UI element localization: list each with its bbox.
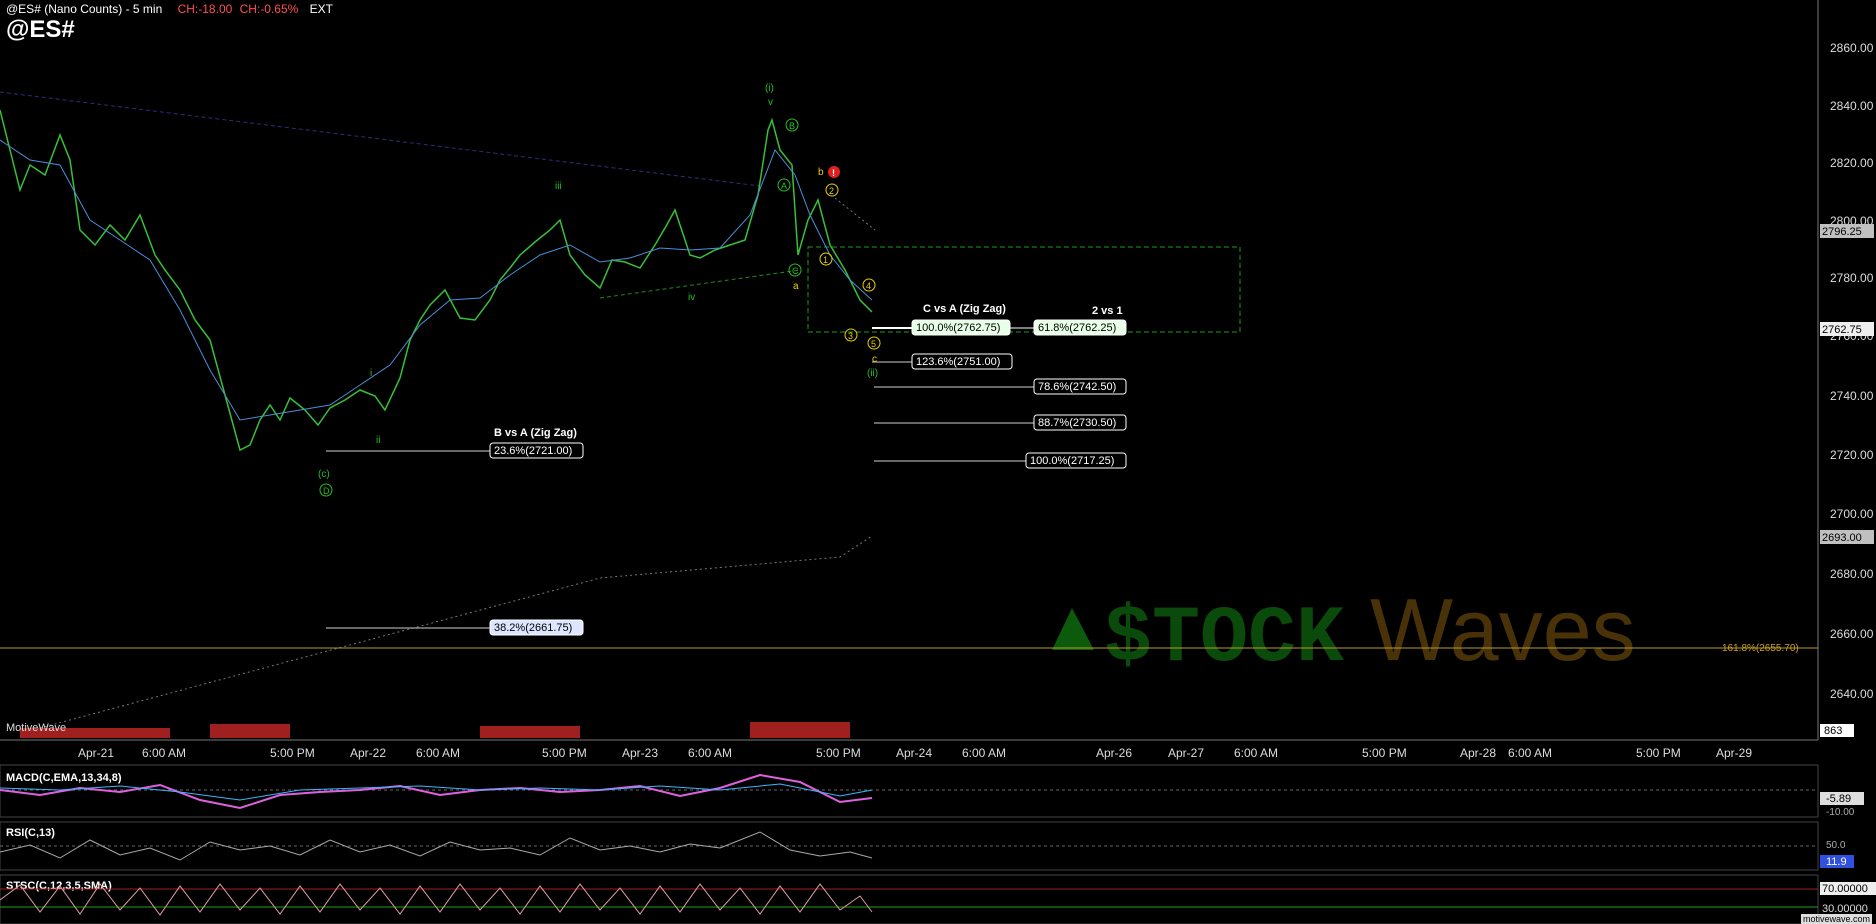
time-tick: 6:00 AM <box>142 746 186 760</box>
price-series <box>0 109 873 452</box>
watermark-stock: $TOCK <box>1104 594 1345 685</box>
fib-b-vs-a-382: 38.2%(2661.75) <box>494 622 572 634</box>
wave-c-paren: (c) <box>318 469 330 480</box>
macd-value: -5.89 <box>1826 793 1851 805</box>
time-tick: Apr-24 <box>896 746 932 760</box>
fib-2-vs-1-786: 78.6%(2742.50) <box>1038 381 1116 393</box>
rsi-ref: 50.0 <box>1826 840 1846 851</box>
time-tick: 5:00 PM <box>1362 746 1407 760</box>
fib-c-vs-a-1236: 123.6%(2751.00) <box>916 356 1000 368</box>
time-tick: 6:00 AM <box>416 746 460 760</box>
wave-b-small: b <box>818 167 824 178</box>
time-tick: Apr-22 <box>350 746 386 760</box>
wave-c-small: c <box>872 354 877 365</box>
wave-b-circle-label: B <box>789 121 795 131</box>
time-tick: 5:00 PM <box>1636 746 1681 760</box>
wave-iv: iv <box>688 292 695 303</box>
time-tick: Apr-29 <box>1716 746 1752 760</box>
wave-i-top: (i) <box>765 83 774 94</box>
time-tick: Apr-28 <box>1460 746 1496 760</box>
price-tick: 2700.00 <box>1830 507 1874 521</box>
alert-icon-glyph: ! <box>832 168 835 178</box>
macd-panel[interactable]: MACD(C,EMA,13,34,8) -5.89 -10.00 <box>0 764 1864 818</box>
price-marker-last-text: 2762.75 <box>1822 324 1862 336</box>
fib-c-vs-a-100: 100.0%(2762.75) <box>916 322 1000 334</box>
wave-i-low: i <box>370 368 372 379</box>
credit-label: motivewave.com <box>1800 914 1872 924</box>
time-tick: Apr-26 <box>1096 746 1132 760</box>
price-tick: 2820.00 <box>1830 156 1874 170</box>
wave-iii: iii <box>555 181 562 192</box>
wave-one: 1 <box>823 255 828 265</box>
price-tick: 2680.00 <box>1830 567 1874 581</box>
macd-label: MACD(C,EMA,13,34,8) <box>6 772 122 784</box>
price-axis: 2860.00 2840.00 2820.00 2800.00 2780.00 … <box>1830 41 1874 701</box>
watermark-triangle-icon <box>1052 608 1094 650</box>
price-tick: 2660.00 <box>1830 627 1874 641</box>
volume-bars <box>20 722 850 738</box>
macd-ref: -10.00 <box>1826 807 1855 818</box>
rsi-value: 11.9 <box>1826 856 1847 868</box>
wave-d-circle-label: D <box>323 486 330 496</box>
wave-ii-low: ii <box>376 435 380 446</box>
wave-v-top: v <box>768 97 773 108</box>
fib-2-vs-1-618: 61.8%(2762.25) <box>1038 322 1116 334</box>
price-tick: 2780.00 <box>1830 271 1874 285</box>
time-tick: Apr-21 <box>78 746 114 760</box>
wave-five: 5 <box>871 339 876 349</box>
price-tick: 2640.00 <box>1830 687 1874 701</box>
stoch-panel[interactable]: STSC(C,12,3,5,SMA) 70.00000 30.00000 <box>0 874 1876 924</box>
trendline-upper <box>0 91 761 187</box>
rsi-panel[interactable]: RSI(C,13) 50.0 11.9 <box>0 821 1854 871</box>
price-marker-lower-text: 2693.00 <box>1822 532 1862 544</box>
time-axis: Apr-21 6:00 AM 5:00 PM Apr-22 6:00 AM 5:… <box>78 746 1752 760</box>
fib-b-vs-a-236: 23.6%(2721.00) <box>494 445 572 457</box>
time-tick: 6:00 AM <box>1234 746 1278 760</box>
fib-2-vs-1-887: 88.7%(2730.50) <box>1038 417 1116 429</box>
wave-three: 3 <box>848 331 853 341</box>
time-tick: 5:00 PM <box>816 746 861 760</box>
fib-c-vs-a-title: C vs A (Zig Zag) <box>923 303 1006 315</box>
rsi-label: RSI(C,13) <box>6 827 55 839</box>
fib-2-vs-1-100: 100.0%(2717.25) <box>1030 455 1114 467</box>
price-tick: 2860.00 <box>1830 41 1874 55</box>
fib-b-vs-a-title: B vs A (Zig Zag) <box>494 427 577 439</box>
ema-series <box>0 139 873 421</box>
channel-line-upper <box>834 197 876 231</box>
price-tick: 2740.00 <box>1830 389 1874 403</box>
time-tick: 6:00 AM <box>688 746 732 760</box>
trendline-wave-iv <box>599 269 801 299</box>
price-marker-upper-text: 2796.25 <box>1822 226 1862 238</box>
wave-c-circle-label: C <box>792 266 799 276</box>
price-tick: 2840.00 <box>1830 99 1874 113</box>
wave-a-circle-label: A <box>781 181 787 191</box>
time-tick: 5:00 PM <box>270 746 315 760</box>
stoch-hi: 70.00000 <box>1822 883 1868 895</box>
time-tick: 6:00 AM <box>1508 746 1552 760</box>
wave-labels: (i) v B A C a b ! iii iv i ii (c) D 1 2 … <box>318 83 881 497</box>
fib-c-vs-a: C vs A (Zig Zag) 100.0%(2762.75) 123.6%(… <box>872 303 1013 370</box>
wave-a-small: a <box>793 281 799 292</box>
wave-ii-paren: (ii) <box>867 368 878 379</box>
platform-label: MotiveWave <box>6 722 67 734</box>
channel-line-lower <box>39 535 873 729</box>
time-tick: Apr-27 <box>1168 746 1204 760</box>
extension-label: 161.8%(2655.70) <box>1722 643 1799 654</box>
time-tick: 5:00 PM <box>542 746 587 760</box>
wave-four: 4 <box>866 281 871 291</box>
time-tick: 6:00 AM <box>962 746 1006 760</box>
volume-marker-text: 863 <box>1824 725 1842 737</box>
fib-2-vs-1-title: 2 vs 1 <box>1092 305 1123 317</box>
watermark-waves: Waves <box>1370 580 1636 679</box>
time-tick: Apr-23 <box>622 746 658 760</box>
price-tick: 2720.00 <box>1830 448 1874 462</box>
wave-two: 2 <box>829 186 834 196</box>
chart-canvas[interactable]: $TOCK Waves C vs A (Zig Zag) 100.0%(2762… <box>0 0 1876 924</box>
fib-b-vs-a: B vs A (Zig Zag) 23.6%(2721.00) 38.2%(26… <box>326 427 584 636</box>
